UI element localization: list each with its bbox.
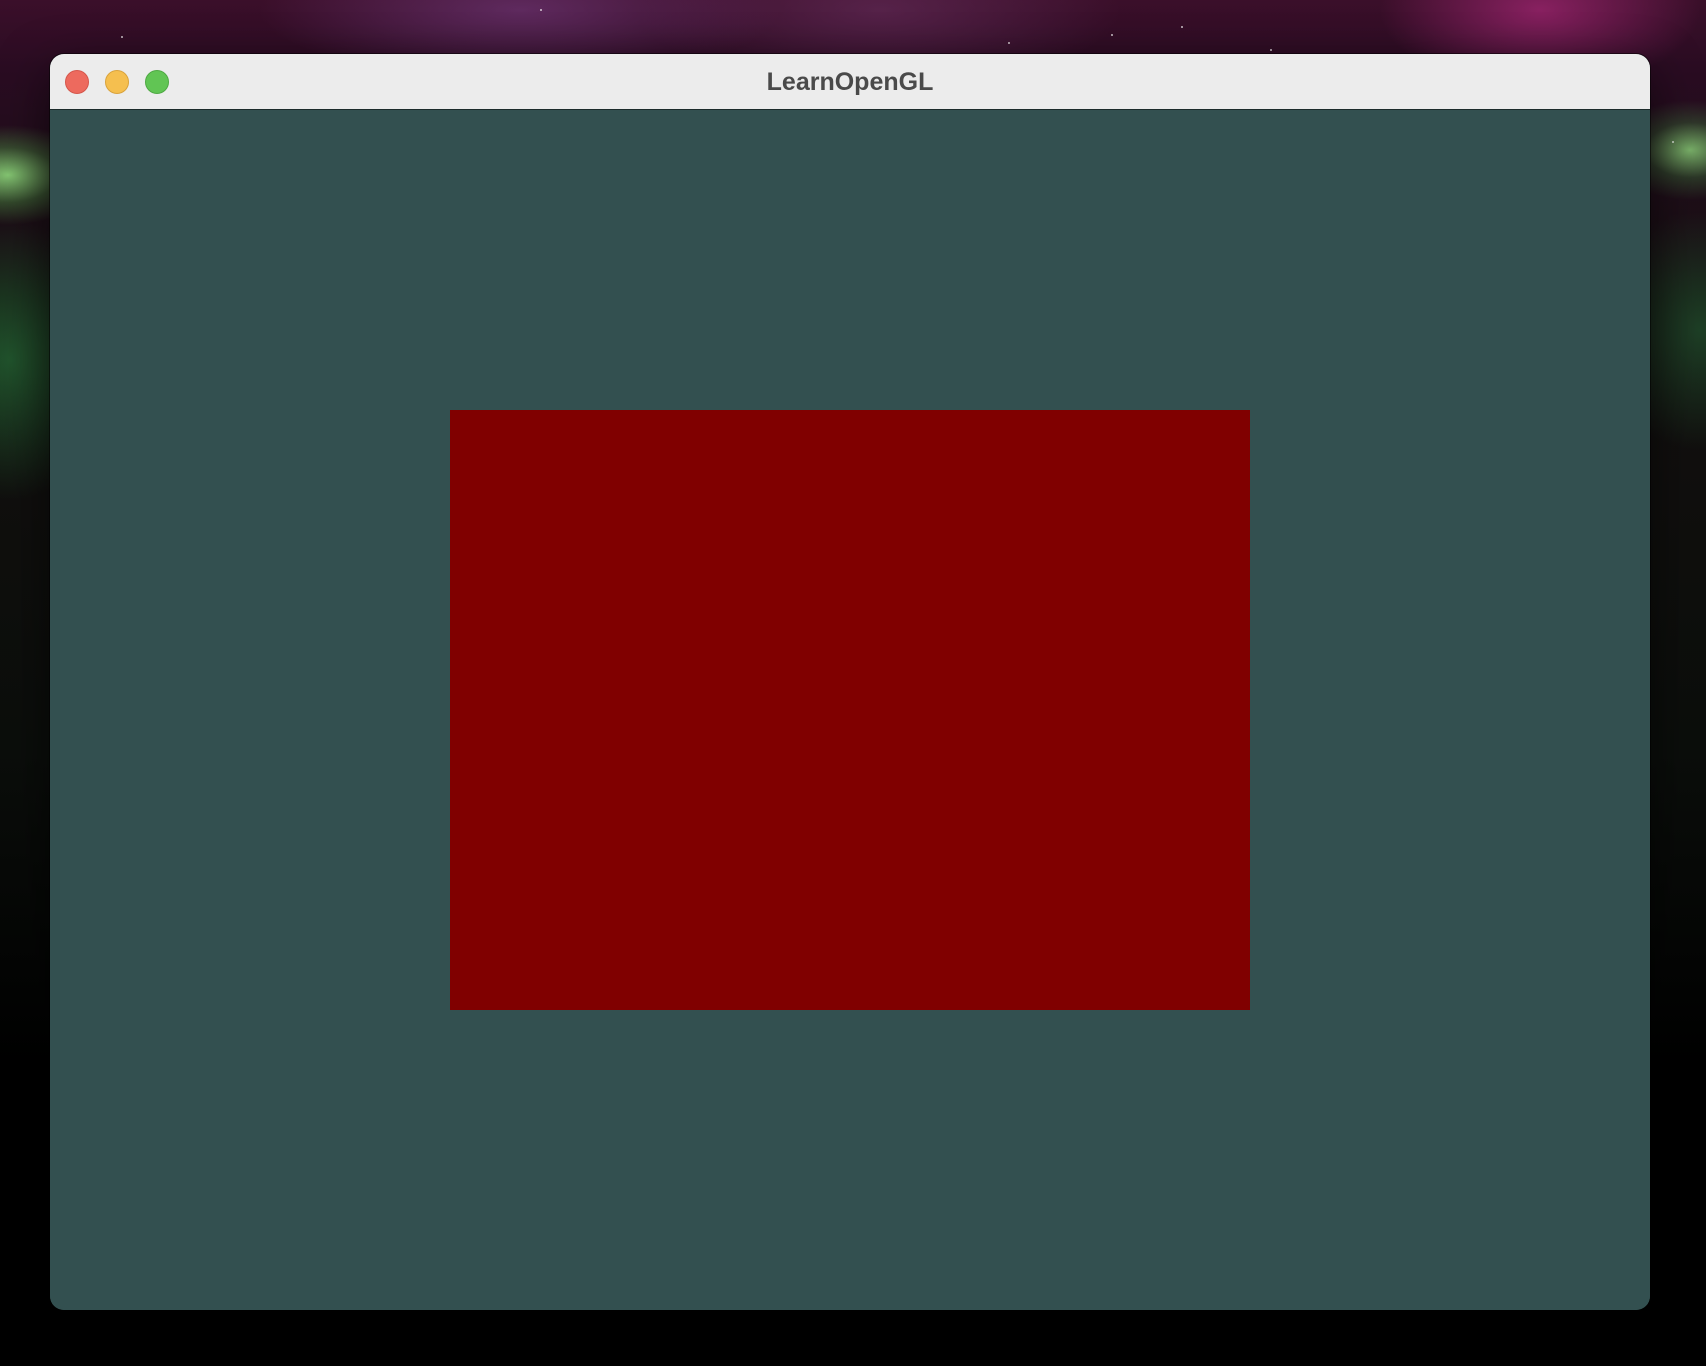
- opengl-viewport[interactable]: [50, 110, 1650, 1310]
- app-window: LearnOpenGL: [50, 54, 1650, 1310]
- star: [540, 9, 542, 11]
- title-bar[interactable]: LearnOpenGL: [50, 54, 1650, 110]
- red-quad: [450, 410, 1250, 1010]
- window-title: LearnOpenGL: [766, 68, 934, 96]
- desktop-wallpaper: LearnOpenGL: [0, 0, 1706, 1366]
- star: [1008, 42, 1010, 44]
- star: [1672, 141, 1674, 143]
- star: [1270, 49, 1272, 51]
- star: [1111, 34, 1113, 36]
- star: [121, 36, 123, 38]
- star: [1181, 26, 1183, 28]
